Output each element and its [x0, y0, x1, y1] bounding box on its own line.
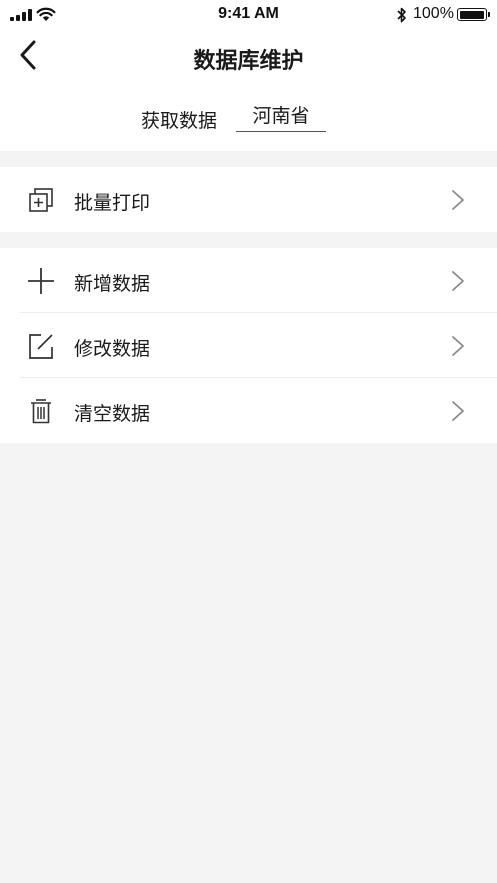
fetch-data-label: 获取数据	[141, 110, 218, 132]
menu-group-print: 批量打印	[0, 167, 497, 232]
chevron-right-icon	[452, 190, 464, 210]
province-select[interactable]: 河南省	[236, 100, 326, 132]
battery-cap	[488, 12, 490, 17]
print-copy-icon	[29, 188, 53, 212]
chevron-right-icon	[452, 336, 464, 356]
battery-level	[459, 10, 484, 19]
menu-item-clear-data[interactable]: 清空数据	[0, 378, 497, 443]
page-title: 数据库维护	[193, 49, 304, 74]
chevron-right-icon	[452, 271, 464, 291]
battery-icon	[457, 8, 487, 21]
bluetooth-icon	[397, 7, 406, 23]
menu-group-data: 新增数据 修改数据 清空数据	[0, 248, 497, 443]
trash-icon	[31, 399, 51, 424]
menu-item-label: 新增数据	[74, 273, 151, 295]
nav-bar: 数据库维护	[0, 30, 497, 86]
menu-item-add-data[interactable]: 新增数据	[0, 248, 497, 313]
status-bar: 9:41 AM 100%	[0, 0, 497, 30]
menu-item-edit-data[interactable]: 修改数据	[0, 313, 497, 378]
chevron-right-icon	[452, 401, 464, 421]
edit-icon	[29, 334, 53, 359]
battery-percent: 100%	[413, 5, 454, 22]
menu-item-label: 批量打印	[74, 192, 151, 214]
fetch-data-row: 获取数据 河南省	[0, 86, 497, 151]
menu-item-label: 清空数据	[74, 403, 151, 425]
menu-item-label: 修改数据	[74, 338, 151, 360]
menu-item-batch-print[interactable]: 批量打印	[0, 167, 497, 232]
plus-icon	[28, 268, 54, 294]
